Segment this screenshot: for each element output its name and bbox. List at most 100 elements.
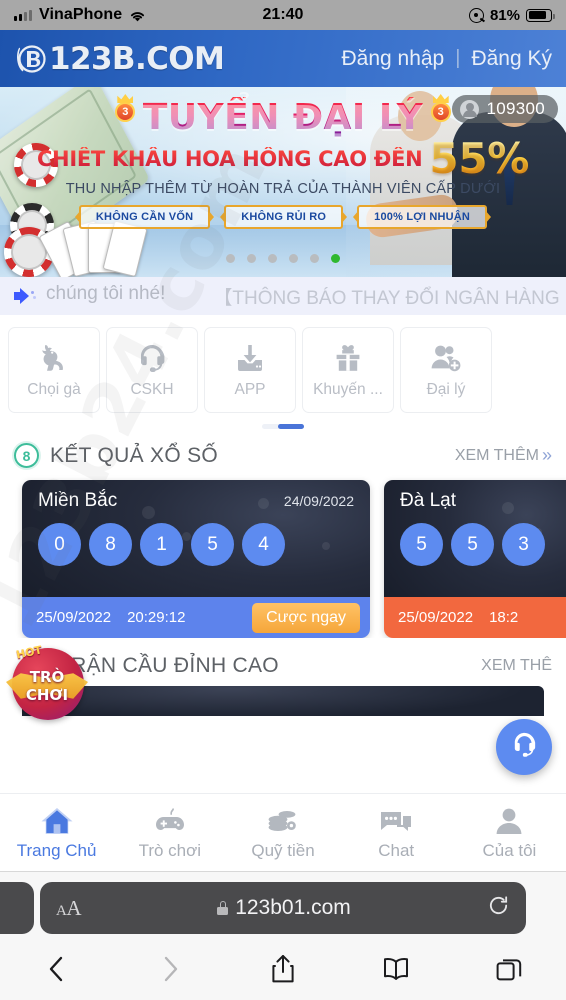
lottery-ball: 8 — [89, 523, 132, 566]
lottery-card-head: Đà Lạt — [400, 490, 558, 512]
lottery-card-list[interactable]: Miền Bắc 24/09/2022 0 8 1 5 4 25/09/2022… — [0, 468, 566, 638]
quick-action-label: Chọi gà — [27, 381, 81, 398]
carousel-dot[interactable] — [247, 254, 256, 263]
rooster-icon — [36, 341, 72, 375]
quick-action-label: Khuyến ... — [313, 381, 383, 398]
reload-icon[interactable] — [487, 894, 510, 923]
app-bottom-nav: Trang Chủ Trò chơi Quỹ tiền Chat Của tôi — [0, 793, 566, 871]
login-link[interactable]: Đăng nhập — [341, 47, 444, 71]
quick-action-dai-ly[interactable]: Đại lý — [400, 327, 492, 413]
lottery-number-balls: 0 8 1 5 4 — [38, 523, 360, 566]
see-more-label: XEM THÊM — [454, 446, 539, 464]
notice-marquee[interactable]: chúng tôi nhé! 【THÔNG BÁO THAY ĐỔI NGÂN … — [0, 277, 566, 315]
lottery-ball: 1 — [140, 523, 183, 566]
support-fab-button[interactable] — [496, 719, 552, 775]
site-logo[interactable]: 123B.COM — [14, 40, 225, 77]
banner-pill: 100% LỢI NHUẬN — [357, 204, 488, 229]
nav-label: Quỹ tiền — [251, 841, 315, 860]
wifi-icon — [129, 9, 146, 22]
quick-action-cskh[interactable]: CSKH — [106, 327, 198, 413]
battery-icon — [526, 8, 555, 22]
nav-label: Của tôi — [482, 841, 537, 860]
crown-badge-right-icon: 3 — [428, 94, 454, 122]
lottery-badge-icon: 8 — [14, 443, 39, 468]
status-bar-left: VinaPhone — [14, 6, 146, 24]
lottery-see-more-link[interactable]: XEM THÊM » — [455, 445, 552, 466]
nav-item-cua-toi[interactable]: Của tôi — [453, 804, 566, 861]
cellular-signal-icon — [14, 9, 32, 21]
header-auth-links: Đăng nhập | Đăng Ký — [341, 47, 552, 71]
hot-game-badge-icon[interactable]: HOT TRÒ CHƠI — [4, 643, 90, 724]
lottery-card-head: Miền Bắc 24/09/2022 — [38, 490, 354, 512]
text-size-button[interactable]: AA — [56, 896, 82, 921]
share-icon[interactable] — [226, 954, 339, 984]
lottery-draw-date: 24/09/2022 — [283, 493, 354, 509]
match-see-more-link[interactable]: XEM THÊ — [481, 657, 552, 675]
badge-line-1: TRÒ — [29, 668, 65, 686]
carousel-dot[interactable] — [289, 254, 298, 263]
auth-separator: | — [455, 47, 461, 69]
quick-action-label: CSKH — [130, 381, 174, 398]
banner-subline: CHIẾT KHẤU HOA HỒNG CAO ĐẾN — [36, 146, 423, 171]
lottery-card[interactable]: Đà Lạt 5 5 3 25/09/2022 18:2 — [384, 480, 566, 638]
lottery-ball: 4 — [242, 523, 285, 566]
nav-item-trang-chu[interactable]: Trang Chủ — [0, 804, 113, 861]
download-icon — [232, 341, 268, 375]
person-icon — [494, 804, 524, 836]
bet-now-button[interactable]: Cược ngay — [252, 602, 360, 633]
nav-item-tro-choi[interactable]: Trò chơi — [113, 804, 226, 861]
user-icon — [460, 99, 480, 119]
carousel-dot[interactable] — [268, 254, 277, 263]
lottery-region-name: Miền Bắc — [38, 490, 118, 511]
carousel-dot-active[interactable] — [331, 254, 340, 263]
quick-action-khuyen-mai[interactable]: Khuyến ... — [302, 327, 394, 413]
see-more-label: XEM THÊ — [481, 657, 552, 674]
quick-actions: Chọi gà CSKH APP Khuyến ... Đại lý — [0, 315, 566, 429]
logo-text: 123B.COM — [49, 40, 225, 77]
register-link[interactable]: Đăng Ký — [471, 47, 552, 71]
safari-url-bar[interactable]: AA 123b01.com — [40, 882, 526, 934]
tabs-icon[interactable] — [453, 955, 566, 983]
quick-action-label: Đại lý — [426, 381, 466, 398]
site-header: 123B.COM Đăng nhập | Đăng Ký — [0, 30, 566, 87]
promo-banner-carousel[interactable]: 3 TUYỂN ĐẠI LÝ 3 CHIẾT KHẤU HOA HỒNG CAO… — [0, 87, 566, 277]
lottery-ball: 0 — [38, 523, 81, 566]
bookmarks-icon[interactable] — [340, 955, 453, 983]
quick-actions-row: Chọi gà CSKH APP Khuyến ... Đại lý — [8, 327, 558, 413]
battery-percent-label: 81% — [489, 6, 520, 24]
double-chevron-right-icon: » — [541, 445, 552, 465]
nav-label: Trang Chủ — [16, 841, 97, 860]
notice-text-1: chúng tôi nhé! — [46, 282, 166, 304]
lock-icon — [217, 901, 229, 915]
banner-pill: KHÔNG RỦI RO — [224, 204, 344, 229]
rotation-lock-icon — [468, 7, 484, 23]
online-count-value: 109300 — [486, 99, 545, 118]
quick-action-choi-ga[interactable]: Chọi gà — [8, 327, 100, 413]
lottery-card-top: Đà Lạt 5 5 3 — [384, 480, 566, 597]
carousel-dot[interactable] — [226, 254, 235, 263]
quick-action-app[interactable]: APP — [204, 327, 296, 413]
safari-bottom-bar: AA 123b01.com — [0, 871, 566, 1000]
nav-item-quy-tien[interactable]: Quỹ tiền — [226, 804, 339, 861]
carousel-dots[interactable] — [0, 254, 566, 263]
banner-tagline: THU NHẬP THÊM TỪ HOÀN TRẢ CỦA THÀNH VIÊN… — [65, 180, 501, 197]
lottery-section-title: KẾT QUẢ XỔ SỐ — [50, 443, 219, 467]
lottery-next-date: 25/09/2022 — [398, 609, 474, 626]
notice-text-2: 【THÔNG BÁO THAY ĐỔI NGÂN HÀNG — [213, 287, 560, 309]
back-chevron-icon[interactable] — [0, 954, 113, 984]
lottery-ball: 5 — [191, 523, 234, 566]
chat-bubble-icon — [379, 804, 413, 836]
lottery-section-header: 8 KẾT QUẢ XỔ SỐ XEM THÊM » — [0, 429, 566, 468]
nav-item-chat[interactable]: Chat — [340, 804, 453, 861]
carrier-label: VinaPhone — [39, 6, 123, 23]
speaker-icon — [14, 288, 36, 304]
badge-line-2: CHƠI — [25, 686, 69, 704]
notice-track: chúng tôi nhé! 【THÔNG BÁO THAY ĐỔI NGÂN … — [46, 283, 560, 310]
carousel-dot[interactable] — [310, 254, 319, 263]
lottery-card[interactable]: Miền Bắc 24/09/2022 0 8 1 5 4 25/09/2022… — [22, 480, 370, 638]
adjacent-tab-peek[interactable] — [0, 882, 34, 934]
lottery-number-balls: 5 5 3 — [400, 523, 564, 566]
match-card-strip[interactable] — [22, 686, 544, 716]
headset-icon — [509, 729, 540, 765]
lottery-card-footer: 25/09/2022 20:29:12 Cược ngay — [22, 597, 370, 638]
